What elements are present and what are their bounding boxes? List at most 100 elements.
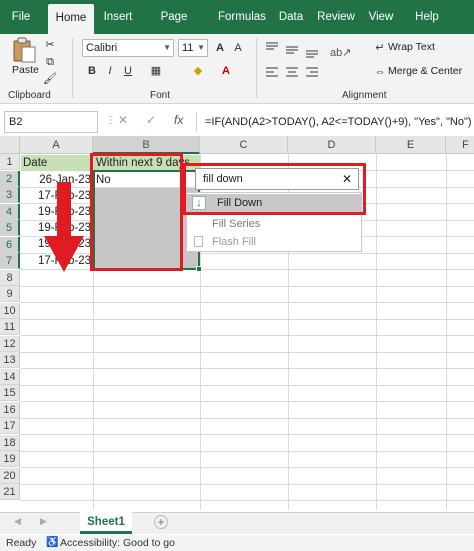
row-header-21[interactable]: 21 xyxy=(0,484,20,500)
tab-data[interactable]: Data xyxy=(276,0,306,34)
font-group-label: Font xyxy=(150,90,171,101)
tab-page-layout[interactable]: Page Layout xyxy=(144,0,204,57)
chevron-down-icon: ▼ xyxy=(197,43,205,52)
gridline xyxy=(20,483,474,485)
group-divider xyxy=(72,38,73,98)
row-header-6[interactable]: 6 xyxy=(0,236,20,253)
status-mode: Ready xyxy=(6,537,37,549)
flash-fill-label: Flash Fill xyxy=(212,236,257,248)
font-name-combo[interactable]: Calibri ▼ xyxy=(82,39,174,57)
cell-a1[interactable]: Date xyxy=(23,155,47,171)
row-header-3[interactable]: 3 xyxy=(0,187,20,203)
row-header-16[interactable]: 16 xyxy=(0,401,20,418)
fill-color-icon[interactable]: ◆ xyxy=(190,63,206,79)
gridline xyxy=(446,154,447,510)
row-header-15[interactable]: 15 xyxy=(0,385,20,401)
gridline xyxy=(20,368,474,369)
font-size-value: 11 xyxy=(182,42,194,54)
row-header-9[interactable]: 9 xyxy=(0,286,20,302)
highlight-box-column-b xyxy=(90,153,183,271)
formula-divider xyxy=(196,112,197,132)
tab-formulas[interactable]: Formulas xyxy=(218,0,266,34)
tab-view[interactable]: View xyxy=(366,0,396,34)
wrap-text-icon[interactable]: ↵ xyxy=(372,40,388,56)
merge-center-icon[interactable]: ⇔ xyxy=(372,64,388,80)
alignment-buttons[interactable]: ab↗ xyxy=(264,40,362,86)
select-all-corner[interactable] xyxy=(0,136,20,154)
gridline xyxy=(20,467,474,468)
cut-icon[interactable]: ✂ xyxy=(42,37,58,53)
increase-font-icon[interactable]: A xyxy=(212,40,228,56)
format-painter-icon[interactable]: 🖌 xyxy=(42,71,58,87)
font-name-value: Calibri xyxy=(86,42,118,54)
paste-icon[interactable] xyxy=(10,36,38,64)
gridline xyxy=(20,285,474,287)
row-header-5[interactable]: 5 xyxy=(0,220,20,236)
highlight-box-fill-down xyxy=(183,163,366,215)
arrow-down-icon xyxy=(44,182,84,272)
menu-item-flash-fill: Flash Fill xyxy=(187,233,361,251)
accessibility-icon[interactable]: ♿ xyxy=(46,535,58,551)
row-header-12[interactable]: 12 xyxy=(0,335,20,352)
fill-handle[interactable] xyxy=(196,266,202,272)
font-color-icon[interactable]: A xyxy=(218,63,234,79)
chevron-down-icon: ▼ xyxy=(163,43,171,52)
tab-review[interactable]: Review xyxy=(316,0,356,34)
gridline xyxy=(20,335,474,336)
borders-icon[interactable]: ▦ xyxy=(148,63,164,79)
italic-button[interactable]: I xyxy=(102,63,118,79)
row-header-8[interactable]: 8 xyxy=(0,269,20,286)
column-header-e[interactable]: E xyxy=(376,136,446,154)
row-header-13[interactable]: 13 xyxy=(0,352,20,368)
accessibility-status[interactable]: Accessibility: Good to go xyxy=(60,535,175,551)
ribbon: Paste ✂ ⧉ 🖌 Clipboard Calibri ▼ 11 ▼ A A B… xyxy=(0,34,474,104)
row-header-7[interactable]: 7 xyxy=(0,253,20,269)
row-header-20[interactable]: 20 xyxy=(0,467,20,484)
font-size-combo[interactable]: 11 ▼ xyxy=(178,39,208,57)
dots-handle[interactable]: ⋮ xyxy=(106,115,116,126)
row-header-4[interactable]: 4 xyxy=(0,203,20,220)
enter-icon[interactable]: ✓ xyxy=(146,113,156,127)
formula-input[interactable]: =IF(AND(A2>TODAY(), A2<=TODAY()+9), "Yes… xyxy=(205,113,472,131)
paste-button-label[interactable]: Paste xyxy=(12,64,39,76)
row-header-18[interactable]: 18 xyxy=(0,434,20,451)
tab-help[interactable]: Help xyxy=(412,0,442,34)
column-header-f[interactable]: F xyxy=(446,136,474,154)
wrap-text-button[interactable]: Wrap Text xyxy=(388,41,435,53)
gridline xyxy=(20,401,474,402)
name-box[interactable]: B2 xyxy=(4,111,98,133)
column-header-d[interactable]: D xyxy=(288,136,376,154)
column-header-a[interactable]: A xyxy=(20,136,93,154)
gridline xyxy=(20,351,474,353)
row-header-19[interactable]: 19 xyxy=(0,451,20,467)
tab-insert[interactable]: Insert xyxy=(100,0,136,34)
scroll-right-icon[interactable]: ▶ xyxy=(40,516,47,527)
svg-text:ab↗: ab↗ xyxy=(330,47,351,59)
merge-center-button[interactable]: Merge & Center xyxy=(388,65,462,77)
bold-button[interactable]: B xyxy=(84,63,100,79)
menu-item-fill-series[interactable]: Fill Series xyxy=(187,215,361,233)
row-header-1[interactable]: 1 xyxy=(0,154,20,170)
row-header-10[interactable]: 10 xyxy=(0,302,20,319)
tab-file[interactable]: File xyxy=(6,0,36,34)
clipboard-group-label: Clipboard xyxy=(8,90,51,101)
row-header-17[interactable]: 17 xyxy=(0,418,20,434)
copy-icon[interactable]: ⧉ xyxy=(42,54,58,70)
gridline xyxy=(20,417,474,419)
decrease-font-icon[interactable]: A xyxy=(230,40,246,56)
row-header-11[interactable]: 11 xyxy=(0,319,20,335)
tab-home[interactable]: Home xyxy=(48,4,94,34)
scroll-left-icon[interactable]: ◀ xyxy=(14,516,21,527)
gridline xyxy=(376,154,377,510)
column-header-c[interactable]: C xyxy=(200,136,288,154)
flash-fill-icon xyxy=(194,236,203,247)
fx-icon[interactable]: fx xyxy=(174,113,183,127)
row-header-2[interactable]: 2 xyxy=(0,170,20,187)
cancel-icon[interactable]: ✕ xyxy=(118,113,128,127)
add-sheet-button[interactable]: + xyxy=(154,515,168,529)
gridline xyxy=(20,318,474,320)
row-header-14[interactable]: 14 xyxy=(0,368,20,385)
underline-button[interactable]: U xyxy=(120,63,136,79)
sheet-tab-sheet1[interactable]: Sheet1 xyxy=(80,512,132,534)
column-header-b[interactable]: B xyxy=(93,136,200,154)
